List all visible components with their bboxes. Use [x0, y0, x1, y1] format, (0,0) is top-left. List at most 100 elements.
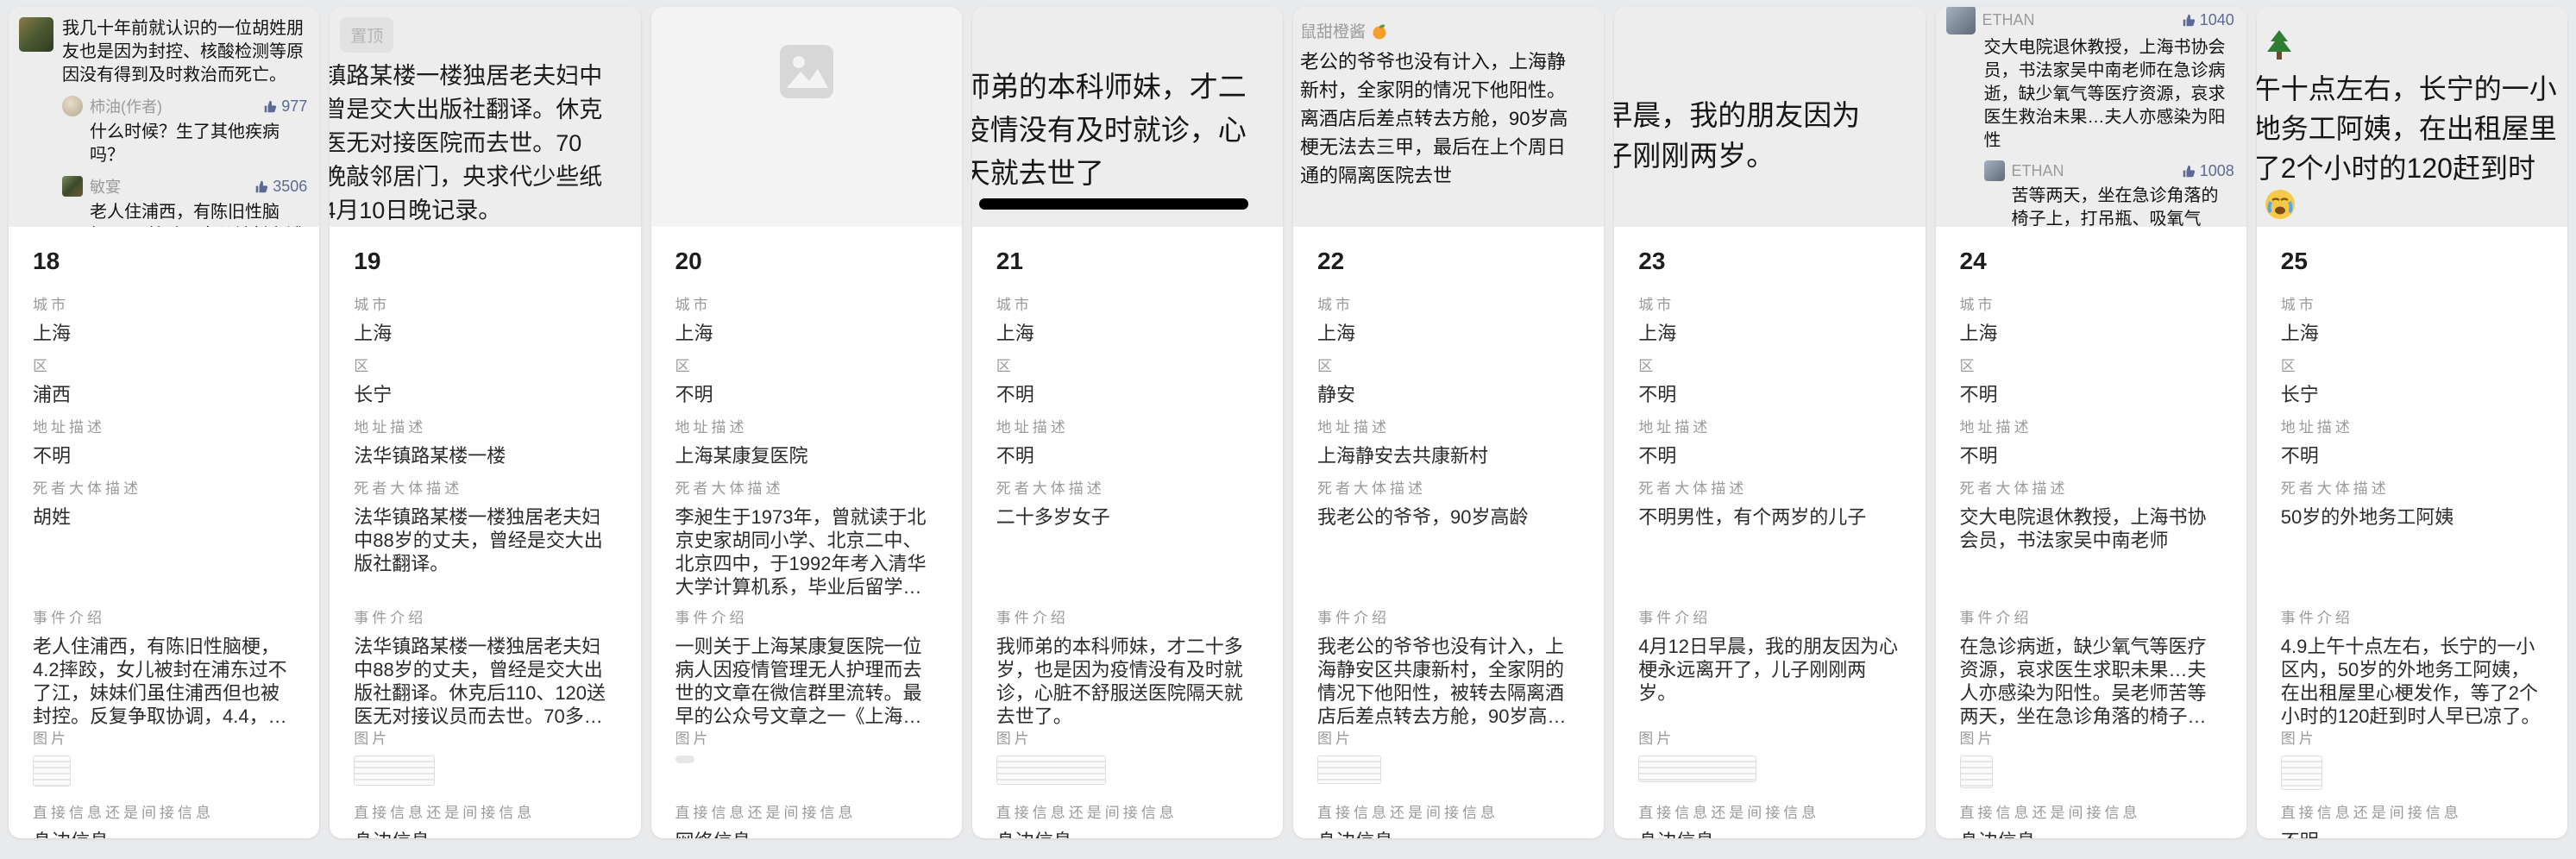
field-label-event: 事件介绍: [675, 605, 938, 627]
comment-text: 什么时候？生了其他疾病吗？: [90, 121, 307, 167]
field-label-deceased: 死者大体描述: [2281, 476, 2543, 498]
image-thumbnail[interactable]: [1317, 756, 1381, 784]
field-value-address: 不明: [1638, 444, 1901, 467]
field-label-address: 地址描述: [1317, 415, 1580, 436]
image-thumbnail[interactable]: [1960, 756, 1993, 788]
image-thumbnail[interactable]: [1638, 756, 1756, 782]
post-text: 我几十年前就认识的一位胡姓朋友也是因为封控、核酸检测等原因没有得到及时救治而死亡…: [62, 17, 307, 87]
field-value-deceased: 我老公的爷爷，90岁高龄: [1317, 505, 1580, 529]
field-label-city: 城市: [675, 292, 938, 314]
field-label-event: 事件介绍: [996, 605, 1259, 627]
field-value-district: 浦西: [33, 383, 295, 406]
field-label-deceased: 死者大体描述: [33, 476, 295, 498]
field-label-address: 地址描述: [675, 415, 938, 436]
field-value-address: 上海某康复医院: [675, 444, 938, 467]
record-card-24[interactable]: ETHAN 1040 交大电院退休教授，上海书协会员，书法家吴中南老师在急诊病逝…: [1936, 7, 2246, 838]
field-value-event: 我老公的爷爷也没有计入，上海静安区共康新村，全家阴的情况下他阳性，被转去隔离酒店…: [1317, 635, 1580, 728]
image-thumbnail[interactable]: [675, 756, 694, 763]
field-label-source: 直接信息还是间接信息: [354, 800, 616, 822]
post-text: 师弟的本科师妹，才二 疫情没有及时就诊，心 天就去世了: [972, 7, 1283, 195]
avatar: [1984, 160, 2005, 181]
field-value-source: 身边信息: [1960, 830, 2222, 838]
record-number: 23: [1638, 248, 1901, 275]
field-value-address: 不明: [33, 444, 295, 467]
field-value-district: 长宁: [354, 383, 616, 406]
image-thumbnail[interactable]: [996, 756, 1106, 785]
like-count: 977: [263, 97, 307, 116]
field-label-deceased: 死者大体描述: [1638, 476, 1901, 498]
field-label-district: 区: [2281, 354, 2543, 375]
field-label-address: 地址描述: [1960, 415, 2222, 436]
field-label-district: 区: [1960, 354, 2222, 375]
field-label-district: 区: [33, 354, 295, 375]
field-label-event: 事件介绍: [1317, 605, 1580, 627]
like-count: 3506: [254, 178, 307, 196]
post-screenshot[interactable]: 鼠甜橙酱 老公的爷爷也没有计入，上海静 新村，全家阴的情况下他阳性。 离酒店后差…: [1293, 7, 1604, 227]
like-icon: [2182, 164, 2196, 179]
record-card-20[interactable]: 20 城市上海 区不明 地址描述上海某康复医院 死者大体描述李昶生于1973年，…: [651, 7, 962, 838]
avatar: [62, 96, 83, 116]
field-label-event: 事件介绍: [2281, 605, 2543, 627]
field-value-address: 上海静安去共康新村: [1317, 444, 1580, 467]
field-label-city: 城市: [1960, 292, 2222, 314]
field-label-image: 图片: [996, 726, 1259, 748]
field-label-deceased: 死者大体描述: [675, 476, 938, 498]
image-thumbnail[interactable]: [33, 756, 71, 787]
field-label-deceased: 死者大体描述: [996, 476, 1259, 498]
post-text: 老公的爷爷也没有计入，上海静 新村，全家阴的情况下他阳性。 离酒店后差点转去方舱…: [1300, 47, 1604, 190]
orange-icon: [1371, 22, 1388, 40]
avatar: [19, 17, 53, 52]
field-value-city: 上海: [33, 322, 295, 345]
field-value-deceased: 法华镇路某楼一楼独居老夫妇中88岁的丈夫，曾经是交大出版社翻译。: [354, 505, 616, 575]
field-value-deceased: 50岁的外地务工阿姨: [2281, 505, 2543, 529]
record-number: 20: [675, 248, 938, 275]
field-label-address: 地址描述: [1638, 415, 1901, 436]
comment: ETHAN 1008 苦等两天，坐在急诊角落的椅子上，打吊瓶、吸氧气（被封控的子…: [1984, 160, 2234, 227]
record-card-18[interactable]: 我几十年前就认识的一位胡姓朋友也是因为封控、核酸检测等原因没有得到及时救治而死亡…: [9, 7, 319, 838]
record-card-25[interactable]: 午十点左右，长宁的一小 地务工阿姨，在出租屋里 了2个小时的120赶到时 25 …: [2257, 7, 2567, 838]
records-gallery: 我几十年前就认识的一位胡姓朋友也是因为封控、核酸检测等原因没有得到及时救治而死亡…: [0, 0, 2576, 845]
post-screenshot[interactable]: 师弟的本科师妹，才二 疫情没有及时就诊，心 天就去世了: [972, 7, 1283, 227]
field-value-event: 4.9上午十点左右，长宁的一小区内，50岁的外地务工阿姨，在出租屋里心梗发作，等…: [2281, 635, 2543, 728]
image-thumbnail[interactable]: [354, 756, 435, 786]
record-number: 18: [33, 248, 295, 275]
field-label-address: 地址描述: [996, 415, 1259, 436]
field-value-deceased: 不明男性，有个两岁的儿子: [1638, 505, 1901, 529]
field-label-image: 图片: [1638, 726, 1901, 748]
poster-name: ETHAN: [1982, 11, 2175, 29]
field-label-district: 区: [996, 354, 1259, 375]
post-screenshot[interactable]: ETHAN 1040 交大电院退休教授，上海书协会员，书法家吴中南老师在急诊病逝…: [1936, 7, 2246, 227]
field-label-city: 城市: [1317, 292, 1580, 314]
field-label-district: 区: [675, 354, 938, 375]
like-icon: [254, 179, 269, 194]
comment-text: 苦等两天，坐在急诊角落的椅子上，打吊瓶、吸氧气（被封控的子女设法送去的，杯水车薪…: [2012, 185, 2234, 227]
post-screenshot[interactable]: 我几十年前就认识的一位胡姓朋友也是因为封控、核酸检测等原因没有得到及时救治而死亡…: [9, 7, 319, 227]
field-value-city: 上海: [1960, 322, 2222, 345]
post-text: 午十点左右，长宁的一小 地务工阿姨，在出租屋里 了2个小时的120赶到时: [2257, 69, 2567, 188]
field-value-deceased: 胡姓: [33, 505, 295, 529]
field-label-deceased: 死者大体描述: [1317, 476, 1580, 498]
record-card-21[interactable]: 师弟的本科师妹，才二 疫情没有及时就诊，心 天就去世了 21 城市上海 区不明 …: [972, 7, 1283, 838]
record-card-22[interactable]: 鼠甜橙酱 老公的爷爷也没有计入，上海静 新村，全家阴的情况下他阳性。 离酒店后差…: [1293, 7, 1604, 838]
field-label-city: 城市: [996, 292, 1259, 314]
field-value-event: 法华镇路某楼一楼独居老夫妇中88岁的丈夫，曾经是交大出版社翻译。休克后110、1…: [354, 635, 616, 728]
field-value-event: 在急诊病逝，缺少氧气等医疗资源，哀求医生求职未果…夫人亦感染为阳性。吴老师苦等两…: [1960, 635, 2222, 728]
record-card-19[interactable]: 置顶 镇路某楼一楼独居老夫妇中 曾是交大出版社翻译。休克 医无对接医院而去世。7…: [330, 7, 640, 838]
avatar: [1946, 7, 1976, 34]
field-value-source: 身边信息: [354, 830, 616, 838]
field-value-district: 静安: [1317, 383, 1580, 406]
avatar: [62, 176, 83, 197]
post-screenshot[interactable]: 置顶 镇路某楼一楼独居老夫妇中 曾是交大出版社翻译。休克 医无对接医院而去世。7…: [330, 7, 640, 227]
field-label-source: 直接信息还是间接信息: [996, 800, 1259, 822]
commenter-name: ETHAN: [2012, 162, 2175, 180]
field-label-deceased: 死者大体描述: [1960, 476, 2222, 498]
post-screenshot[interactable]: 午十点左右，长宁的一小 地务工阿姨，在出租屋里 了2个小时的120赶到时: [2257, 7, 2567, 227]
image-thumbnail[interactable]: [2281, 756, 2322, 790]
missing-image-area[interactable]: [651, 7, 962, 227]
field-label-city: 城市: [1638, 292, 1901, 314]
field-value-city: 上海: [675, 322, 938, 345]
field-value-address: 法华镇路某楼一楼: [354, 444, 616, 467]
record-card-23[interactable]: 早晨，我的朋友因为 子刚刚两岁。 23 城市上海 区不明 地址描述不明 死者大体…: [1614, 7, 1925, 838]
field-label-image: 图片: [354, 726, 616, 748]
post-screenshot[interactable]: 早晨，我的朋友因为 子刚刚两岁。: [1614, 7, 1925, 227]
